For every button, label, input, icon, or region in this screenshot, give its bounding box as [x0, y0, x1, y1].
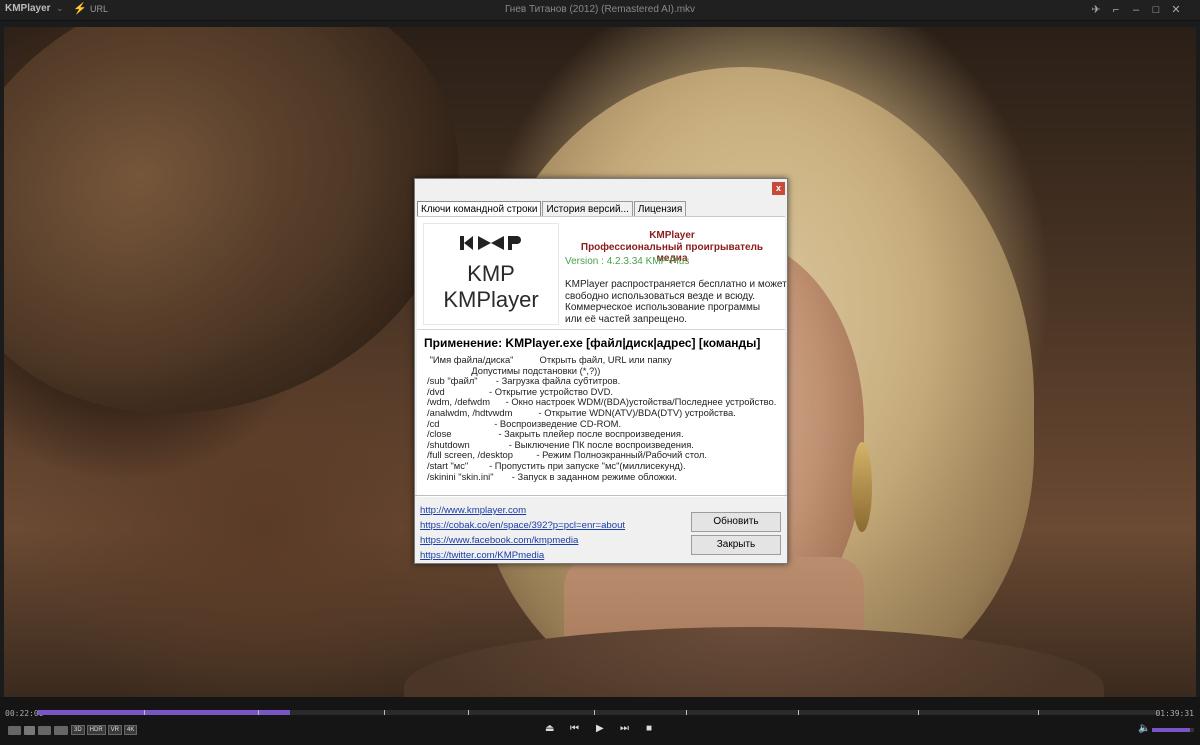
logo-kmp-text: KMP [467, 261, 515, 286]
chapter-mark [686, 710, 687, 715]
badge-hdr[interactable]: HDR [86, 725, 106, 735]
chapter-mark [384, 710, 385, 715]
volume-level [1152, 728, 1190, 732]
link-facebook[interactable]: https://www.facebook.com/kmpmedia [420, 533, 625, 548]
chapter-mark [798, 710, 799, 715]
divider [415, 495, 787, 496]
minimize-icon[interactable]: – [1128, 2, 1144, 18]
play-icon[interactable]: ▶ [596, 723, 604, 734]
link-twitter[interactable]: https://twitter.com/KMPmedia [420, 548, 625, 563]
command-line-panel: KMP KMPlayer KMPlayer Профессиональный п… [417, 216, 787, 497]
window-title: Гнев Титанов (2012) (Remastered AI).mkv [504, 4, 696, 15]
next-icon[interactable]: ⏭ [620, 723, 629, 734]
subtitle-icon[interactable] [24, 725, 35, 735]
logo-kmplayer-text: KMPlayer [443, 287, 539, 312]
chapter-mark [594, 710, 595, 715]
close-icon[interactable]: ✕ [1168, 2, 1184, 18]
kmp-logo: KMP KMPlayer [423, 223, 559, 325]
vr-glasses-icon[interactable] [54, 725, 68, 735]
previous-icon[interactable]: ⏮ [570, 723, 579, 734]
stop-icon[interactable]: ■ [646, 723, 652, 734]
description-line: Коммерческое использование программы [565, 302, 761, 313]
seek-bar[interactable] [38, 710, 1160, 715]
command-line: "Имя файла/диска" Открыть файл, URL или … [427, 354, 672, 365]
volume-icon[interactable]: 🔈 [1138, 723, 1150, 734]
chapter-mark [1038, 710, 1039, 715]
app-version: Version : 4.2.3.34 KMP Plus [565, 256, 690, 267]
chapter-mark [468, 710, 469, 715]
command-line: /analwdm, /hdtvwdm - Открытие WDN(ATV)/B… [427, 406, 736, 418]
maximize-icon[interactable]: □ [1148, 2, 1164, 18]
update-button[interactable]: Обновить [691, 512, 781, 532]
command-line: /skinini "skin.ini" - Запуск в заданном … [427, 470, 678, 482]
chapter-mark [918, 710, 919, 715]
description-line: свободно использоваться везде и всюду. [565, 290, 756, 302]
badge-vr[interactable]: VR [107, 725, 123, 735]
link-kmplayer-site[interactable]: http://www.kmplayer.com [420, 503, 625, 518]
about-dialog: x Ключи командной строки История версий.… [414, 178, 788, 564]
dialog-close-button[interactable]: x [772, 182, 785, 195]
license-description: KMPlayer распространяется бесплатно и мо… [565, 279, 787, 325]
app-name: KMPlayer [649, 230, 695, 241]
chapter-mark [144, 710, 145, 715]
close-button[interactable]: Закрыть [691, 535, 781, 555]
screen-icon[interactable] [38, 725, 51, 735]
badge-strip: 3D HDR VR 4K [8, 725, 139, 735]
seek-progress [38, 710, 291, 715]
control-bar: 00:22:00 01:39:31 3D HDR VR 4K ⏏ ⏮ ▶ ⏭ ■… [0, 697, 1200, 745]
command-list: "Имя файла/диска" Открыть файл, URL или … [427, 354, 776, 482]
badge-3d[interactable]: 3D [71, 725, 85, 735]
links-list: http://www.kmplayer.com https://cobak.co… [420, 503, 625, 563]
usage-heading: Применение: KMPlayer.exe [файл|диск|адре… [424, 336, 761, 350]
pin-icon[interactable]: ✈ [1088, 2, 1104, 18]
volume-slider[interactable] [1152, 728, 1194, 732]
video-earring [852, 442, 872, 532]
capture-icon[interactable] [8, 725, 21, 735]
title-bar: KMPlayer ⌄ ⚡ URL Гнев Титанов (2012) (Re… [0, 0, 1200, 21]
description-line: или её частей запрещено. [565, 313, 688, 325]
eject-icon[interactable]: ⏏ [545, 723, 554, 734]
settings-icon[interactable]: ⌐ [1108, 2, 1124, 18]
badge-4k[interactable]: 4K [124, 725, 138, 735]
command-line: /start "мс" - Пропустить при запуске "мс… [427, 459, 686, 471]
description-line: KMPlayer распространяется бесплатно и мо… [565, 279, 787, 290]
kmp-mark-icon [460, 236, 521, 250]
dialog-tabs: Ключи командной строки История версий...… [417, 201, 687, 218]
link-cobak[interactable]: https://cobak.co/en/space/392?p=pcl=enr=… [420, 518, 625, 533]
chapter-mark [258, 710, 259, 715]
time-total: 01:39:31 [1155, 709, 1194, 718]
video-shirt [404, 627, 1104, 697]
divider [417, 329, 785, 330]
